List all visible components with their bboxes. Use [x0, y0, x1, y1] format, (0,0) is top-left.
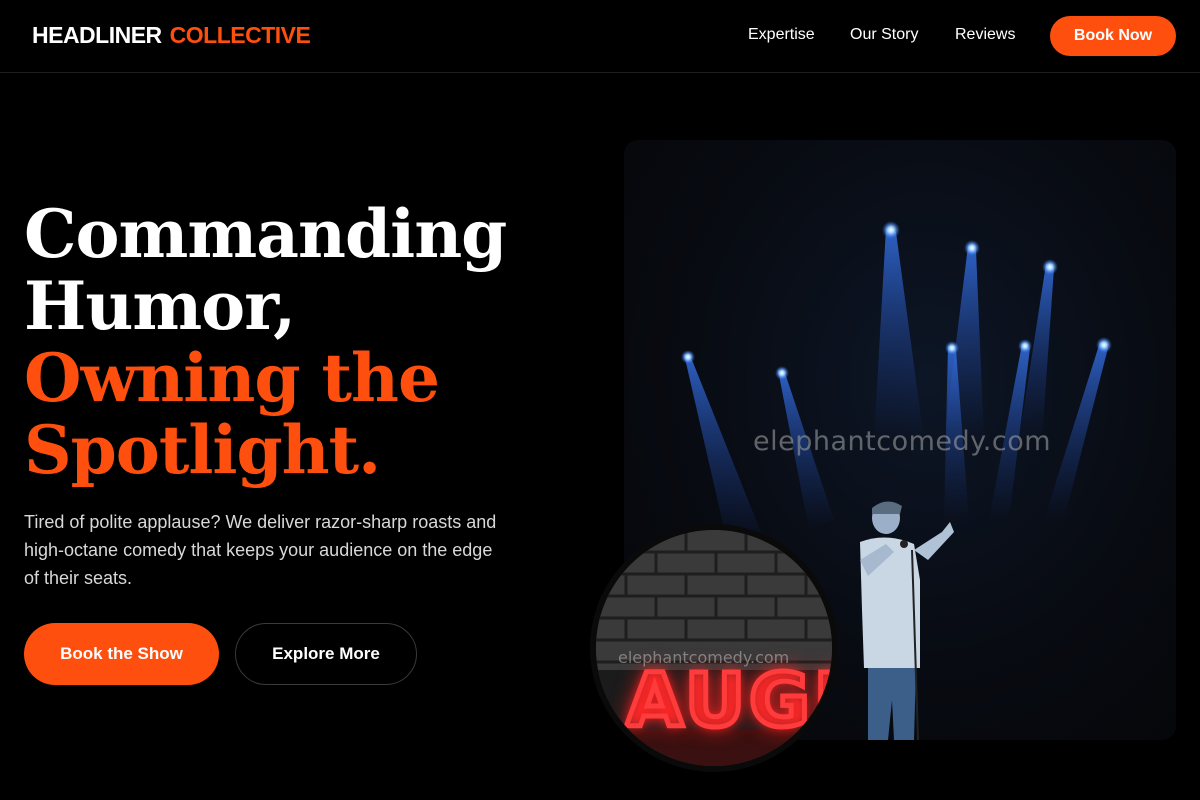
neon-sign-text: AUGI — [623, 656, 838, 747]
headline-accent-line-1: Owning the — [24, 339, 440, 417]
nav-reviews[interactable]: Reviews — [955, 26, 1015, 44]
logo-accent: COLLECTIVE — [169, 22, 311, 48]
headline-line-1: Commanding — [24, 195, 507, 273]
hero-subtext: Tired of polite applause? We deliver raz… — [24, 512, 497, 588]
site-header: HEADLINER COLLECTIVE Expertise Our Story … — [0, 0, 1200, 73]
nav-our-story[interactable]: Our Story — [850, 26, 918, 44]
nav-expertise[interactable]: Expertise — [748, 26, 815, 44]
headline-accent-line-2: Spotlight. — [24, 411, 381, 489]
inset-image-watermark: elephantcomedy.com — [618, 648, 790, 667]
main-image-watermark: elephantcomedy.com — [753, 426, 1052, 457]
hero-headline: Commanding Humor, Owning the Spotlight. — [24, 198, 544, 486]
brand-logo[interactable]: HEADLINER COLLECTIVE — [32, 22, 311, 49]
book-now-button[interactable]: Book Now — [1050, 16, 1176, 56]
headline-line-2: Humor, — [24, 267, 296, 345]
performer-figure — [860, 501, 954, 740]
logo-primary: HEADLINER — [32, 22, 162, 48]
explore-more-button[interactable]: Explore More — [235, 623, 417, 685]
book-the-show-button[interactable]: Book the Show — [24, 623, 219, 685]
inset-circle-image: AUGI elephantcomedy.com — [590, 524, 838, 772]
